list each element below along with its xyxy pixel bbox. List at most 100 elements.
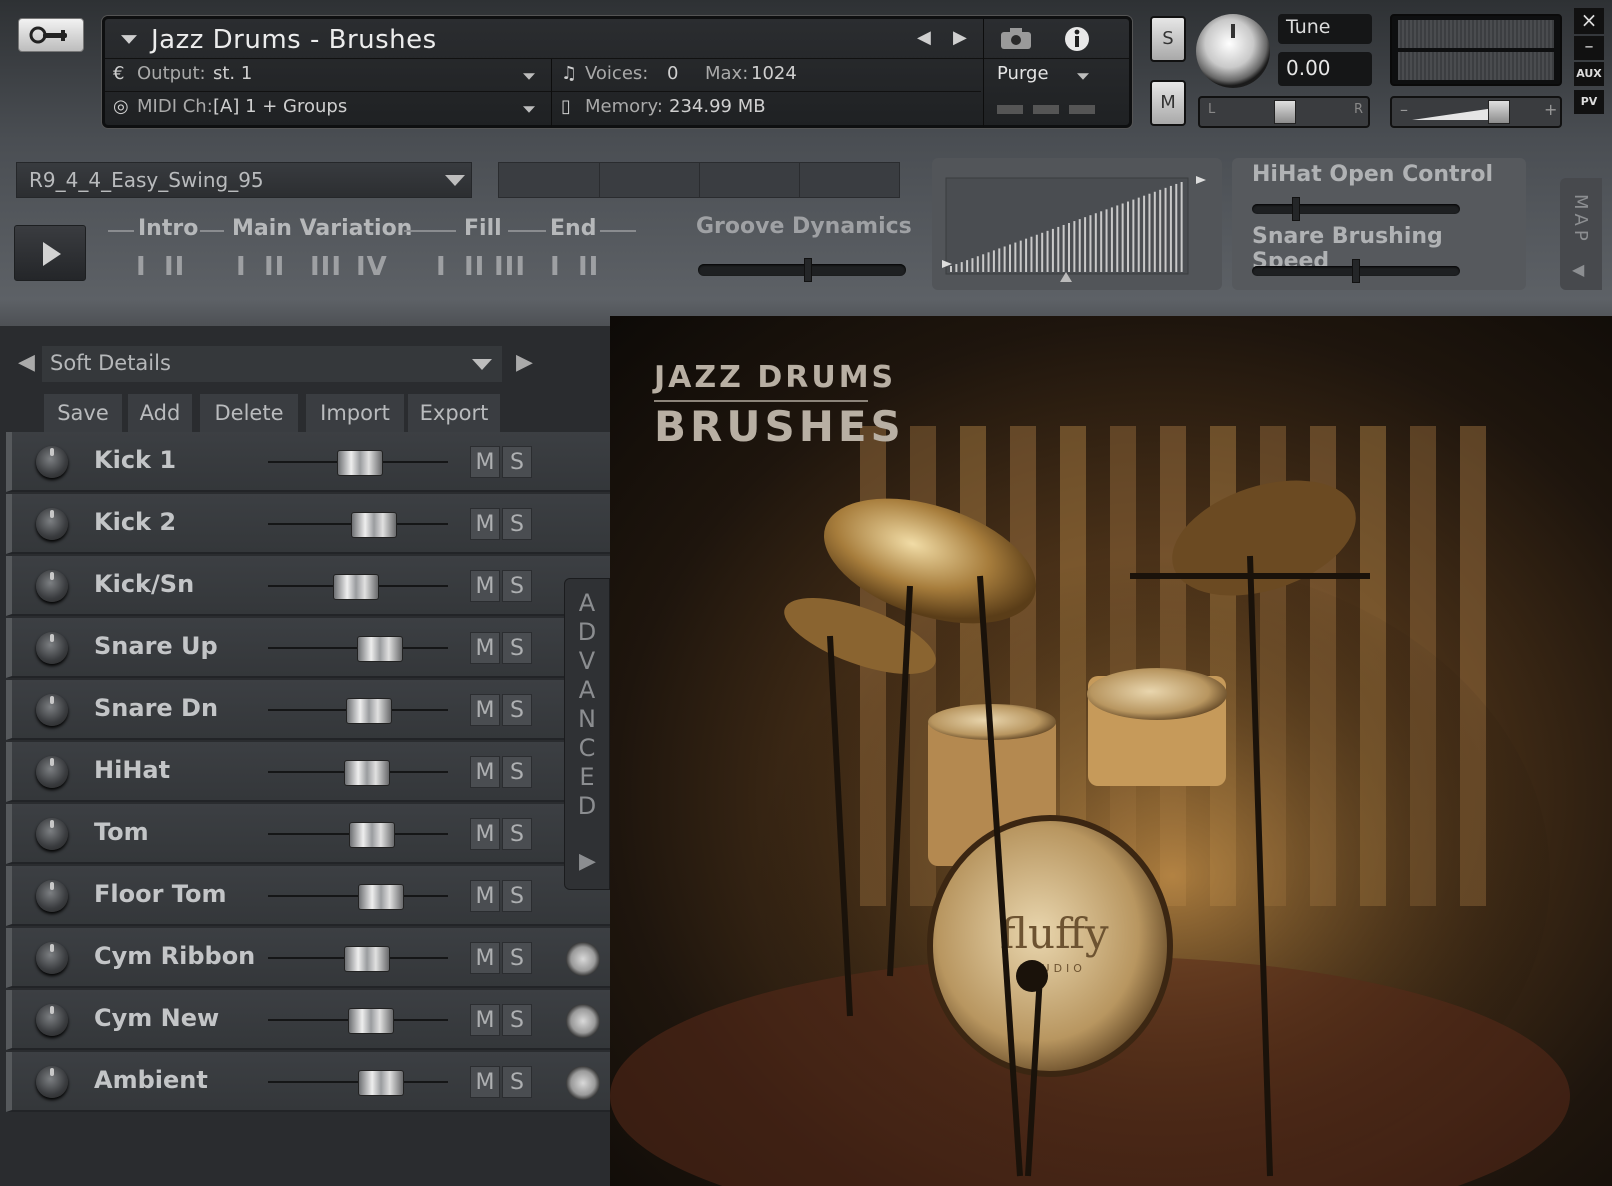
channel-fader[interactable] [344, 946, 390, 972]
purge-button[interactable]: Purge [997, 63, 1049, 84]
velocity-curve-graph[interactable] [940, 172, 1214, 284]
output-select[interactable]: st. 1 [213, 63, 252, 84]
pan-knob[interactable] [36, 508, 68, 540]
channel-solo-button[interactable]: S [502, 570, 532, 602]
channel-fader[interactable] [351, 512, 397, 538]
hihat-open-slider[interactable] [1252, 197, 1460, 221]
midi-channel-select[interactable]: [A] 1 + Groups [213, 96, 347, 117]
pv-button[interactable]: PV [1574, 90, 1604, 114]
preset-prev-icon[interactable]: ◀ [18, 350, 35, 375]
groove-pattern-select[interactable]: R9_4_4_Easy_Swing_95 [16, 162, 472, 198]
groove-position-bar[interactable] [498, 162, 900, 198]
preset-delete-button[interactable]: Delete [200, 394, 298, 432]
channel-fader[interactable] [346, 698, 392, 724]
channel-mute-button[interactable]: M [470, 942, 500, 974]
solo-instrument-button[interactable]: S [1150, 16, 1186, 62]
channel-mute-button[interactable]: M [470, 1066, 500, 1098]
map-tab[interactable]: MAP ◀ [1560, 178, 1602, 290]
main-variation-1[interactable]: I [236, 252, 247, 282]
reverb-send-knob[interactable] [566, 942, 600, 976]
intro-variation-1[interactable]: I [136, 252, 147, 282]
info-icon[interactable] [1063, 25, 1091, 53]
tune-knob[interactable] [1196, 14, 1270, 88]
collapse-icon[interactable] [121, 35, 137, 44]
channel-solo-button[interactable]: S [502, 756, 532, 788]
fill-variation-2[interactable]: II [464, 252, 485, 282]
channel-solo-button[interactable]: S [502, 942, 532, 974]
channel-fader[interactable] [348, 1008, 394, 1034]
mixer-preset-select[interactable]: Soft Details [42, 346, 502, 382]
play-button[interactable] [14, 225, 86, 281]
channel-solo-button[interactable]: S [502, 694, 532, 726]
channel-fader[interactable] [333, 574, 379, 600]
channel-solo-button[interactable]: S [502, 446, 532, 478]
channel-mute-button[interactable]: M [470, 632, 500, 664]
pan-knob[interactable] [36, 446, 68, 478]
channel-solo-button[interactable]: S [502, 1004, 532, 1036]
max-voices-value[interactable]: 1024 [751, 63, 797, 84]
mute-instrument-button[interactable]: M [1150, 80, 1186, 126]
aux-button[interactable]: AUX [1574, 62, 1604, 86]
intro-variation-2[interactable]: II [164, 252, 185, 282]
channel-fader[interactable] [357, 636, 403, 662]
channel-solo-button[interactable]: S [502, 818, 532, 850]
volume-slider[interactable]: – + [1390, 96, 1562, 128]
next-instrument-icon[interactable]: ▶ [953, 27, 967, 48]
instrument-options-button[interactable] [18, 18, 84, 52]
preset-import-button[interactable]: Import [306, 394, 404, 432]
minimize-instrument-button[interactable]: – [1574, 36, 1604, 60]
end-variation-2[interactable]: II [578, 252, 599, 282]
channel-mute-button[interactable]: M [470, 694, 500, 726]
advanced-tab[interactable]: ADVANCED ▶ [564, 578, 610, 890]
preset-add-button[interactable]: Add [128, 394, 192, 432]
volume-handle[interactable] [1488, 100, 1510, 124]
purge-dropdown-icon[interactable] [1077, 73, 1089, 80]
pan-knob[interactable] [36, 1066, 68, 1098]
channel-solo-button[interactable]: S [502, 880, 532, 912]
groove-dynamics-handle[interactable] [804, 258, 812, 282]
pan-knob[interactable] [36, 818, 68, 850]
pan-knob[interactable] [36, 1004, 68, 1036]
fill-variation-1[interactable]: I [436, 252, 447, 282]
channel-fader[interactable] [358, 1070, 404, 1096]
fill-variation-3[interactable]: III [494, 252, 526, 282]
midi-dropdown-icon[interactable] [523, 106, 535, 113]
end-variation-1[interactable]: I [550, 252, 561, 282]
channel-mute-button[interactable]: M [470, 446, 500, 478]
pan-slider[interactable]: L R [1198, 96, 1370, 128]
channel-fader[interactable] [337, 450, 383, 476]
pan-knob[interactable] [36, 756, 68, 788]
tune-value[interactable]: 0.00 [1286, 56, 1331, 80]
channel-fader[interactable] [358, 884, 404, 910]
camera-icon[interactable] [999, 27, 1033, 51]
channel-solo-button[interactable]: S [502, 508, 532, 540]
prev-instrument-icon[interactable]: ◀ [917, 27, 931, 48]
channel-solo-button[interactable]: S [502, 632, 532, 664]
snare-brush-slider[interactable] [1252, 259, 1460, 283]
main-variation-4[interactable]: IV [356, 252, 388, 282]
channel-mute-button[interactable]: M [470, 570, 500, 602]
channel-mute-button[interactable]: M [470, 818, 500, 850]
main-variation-2[interactable]: II [264, 252, 285, 282]
channel-mute-button[interactable]: M [470, 1004, 500, 1036]
snare-brush-handle[interactable] [1352, 259, 1360, 283]
instrument-title[interactable]: Jazz Drums - Brushes [151, 25, 437, 55]
hihat-open-handle[interactable] [1292, 197, 1300, 221]
channel-fader[interactable] [349, 822, 395, 848]
preset-save-button[interactable]: Save [44, 394, 122, 432]
pan-knob[interactable] [36, 880, 68, 912]
output-dropdown-icon[interactable] [523, 73, 535, 80]
preset-export-button[interactable]: Export [408, 394, 500, 432]
pan-handle[interactable] [1274, 100, 1296, 124]
reverb-send-knob[interactable] [566, 1066, 600, 1100]
main-variation-3[interactable]: III [310, 252, 342, 282]
channel-mute-button[interactable]: M [470, 508, 500, 540]
pan-knob[interactable] [36, 570, 68, 602]
close-instrument-button[interactable]: × [1574, 8, 1604, 34]
pan-knob[interactable] [36, 632, 68, 664]
channel-solo-button[interactable]: S [502, 1066, 532, 1098]
pan-knob[interactable] [36, 942, 68, 974]
channel-fader[interactable] [344, 760, 390, 786]
preset-next-icon[interactable]: ▶ [516, 350, 533, 375]
channel-mute-button[interactable]: M [470, 880, 500, 912]
